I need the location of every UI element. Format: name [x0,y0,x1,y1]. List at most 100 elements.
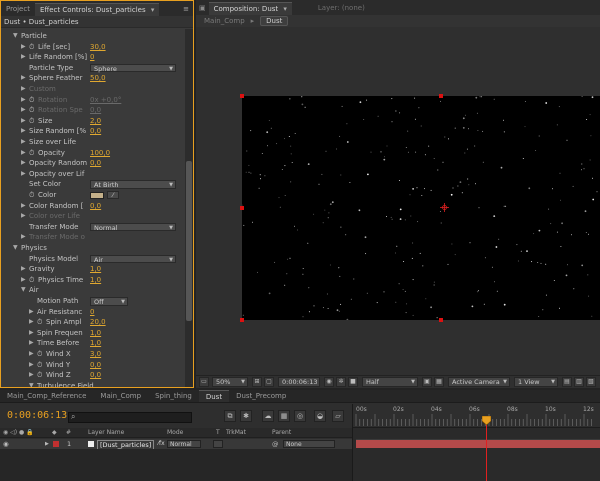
property-row[interactable]: ▼ Turbulence Field [1,381,185,387]
comp-frame[interactable] [241,95,600,321]
tab-effect-controls[interactable]: Effect Controls: Dust_particles ▾ [34,3,160,16]
current-time-display[interactable]: 0:00:06:13 [7,410,67,421]
resolution-dropdown[interactable]: Half ▼ [362,377,418,387]
twirl-closed-icon[interactable]: ▶ [29,338,34,349]
av-switches-icon[interactable]: ◉ ◁) ● 🔒 [3,428,34,438]
property-value[interactable]: 1,0 [90,338,101,349]
property-row[interactable]: Physics Model Air ▼ [1,254,185,265]
table-row[interactable]: ◉ ▶ 1 [Dust_particles] ⁄fx Normal @ None [0,439,352,450]
property-value[interactable]: 0,0 [90,126,101,137]
transform-handle[interactable] [439,94,443,98]
twirl-closed-icon[interactable]: ▶ [21,275,26,286]
property-row[interactable]: ▶ Time Before 1,0 [1,338,185,349]
twirl-closed-icon[interactable]: ▶ [29,328,34,339]
timeline-icon[interactable]: ▧ [586,377,596,387]
pickwhip-icon[interactable]: @ [272,439,279,449]
twirl-closed-icon[interactable]: ▶ [21,158,26,169]
stopwatch-icon[interactable]: ⏱ [37,349,42,360]
twirl-closed-icon[interactable]: ▶ [21,232,26,243]
stopwatch-icon[interactable]: ⏱ [29,95,34,106]
expand-arrow-icon[interactable]: ▶ [45,439,49,449]
tab-dust[interactable]: Dust [198,390,230,402]
property-row[interactable]: ▶ Gravity 1,0 [1,264,185,275]
property-value[interactable]: 0,0 [90,105,101,116]
property-row[interactable]: Transfer Mode Normal ▼ [1,222,185,233]
property-row[interactable]: ▼ Air [1,285,185,296]
property-row[interactable]: ▶ ⏱ Wind Z 0,0 [1,370,185,381]
property-value[interactable]: 30,0 [90,42,106,53]
time-ruler[interactable]: 00s 02s 04s 06s 08s 10s 12s [353,404,600,428]
property-row[interactable]: ⏱ Color ⁄ [1,190,185,201]
twirl-closed-icon[interactable]: ▶ [29,360,34,371]
property-value[interactable]: 2,0 [90,116,101,127]
twirl-closed-icon[interactable]: ▶ [21,105,26,116]
property-row[interactable]: ▶ Size Random [% 0,0 [1,126,185,137]
twirl-closed-icon[interactable]: ▶ [21,137,26,148]
twirl-closed-icon[interactable]: ▶ [21,126,26,137]
property-row[interactable]: ▶ Color over Life [1,211,185,222]
color-swatch[interactable] [90,191,104,199]
property-row[interactable]: ▶ ⏱ Physics Time 1,0 [1,275,185,286]
region-of-interest-icon[interactable]: ▣ [422,377,432,387]
safe-zones-icon[interactable]: ⊞ [252,377,262,387]
chevron-down-icon[interactable]: ▾ [283,5,287,13]
parent-dropdown[interactable]: None [283,440,335,448]
twirl-closed-icon[interactable]: ▶ [29,307,34,318]
property-value[interactable]: 100,0 [90,148,110,159]
property-value[interactable]: 0x +0,0° [90,95,121,106]
twirl-open-icon[interactable]: ▼ [13,31,18,42]
transform-handle[interactable] [439,318,443,322]
property-row[interactable]: ▶ ⏱ Wind X 3,0 [1,349,185,360]
breadcrumb-main-comp[interactable]: Main_Comp [204,17,245,25]
property-value[interactable]: 0,0 [90,370,101,381]
property-row[interactable]: ▼ Particle [1,31,185,42]
twirl-closed-icon[interactable]: ▶ [21,52,26,63]
property-value[interactable]: 1,0 [90,328,101,339]
tab-main-comp-reference[interactable]: Main_Comp_Reference [0,390,93,402]
anchor-point-icon[interactable] [440,203,449,212]
toggle-pixel-icon[interactable]: ▤ [562,377,572,387]
transparency-grid-icon[interactable]: ▦ [434,377,444,387]
zoom-dropdown[interactable]: 50% ▼ [212,377,248,387]
search-input[interactable]: ⌕ [68,412,192,423]
property-value[interactable]: 1,0 [90,264,101,275]
property-dropdown[interactable]: Normal ▼ [90,222,176,232]
transform-handle[interactable] [240,94,244,98]
tab-main-comp[interactable]: Main_Comp [93,390,148,402]
twirl-open-icon[interactable]: ▼ [13,243,18,254]
stopwatch-icon[interactable]: ⏱ [37,317,42,328]
property-value[interactable]: 0,0 [90,201,101,212]
draft-3d-icon[interactable]: ✱ [240,410,252,422]
current-time-field[interactable]: 0:00:06:13 [278,377,320,387]
frame-blending-icon[interactable]: ▦ [278,410,290,422]
transform-handle[interactable] [240,318,244,322]
playhead-line[interactable] [486,416,487,481]
property-row[interactable]: ▶ Transfer Mode o [1,232,185,243]
twirl-closed-icon[interactable]: ▶ [29,349,34,360]
property-row[interactable]: ▶ ⏱ Spin Ampl 20,0 [1,317,185,328]
views-dropdown[interactable]: 1 View ▼ [514,377,558,387]
twirl-closed-icon[interactable]: ▶ [29,370,34,381]
playhead-handle[interactable] [482,416,491,425]
property-row[interactable]: ▶ ⏱ Opacity 100,0 [1,148,185,159]
breadcrumb-dust[interactable]: Dust [260,16,289,26]
eye-icon[interactable]: ◉ [3,439,9,449]
close-icon[interactable]: ▾ [151,6,155,14]
graph-editor-icon[interactable]: ◒ [314,410,326,422]
twirl-closed-icon[interactable]: ▶ [21,84,26,95]
stopwatch-icon[interactable]: ⏱ [29,42,34,53]
property-row[interactable]: ▶ Opacity over Lif [1,169,185,180]
camera-dropdown[interactable]: Active Camera ▼ [448,377,510,387]
property-value[interactable]: 0 [90,307,94,318]
stopwatch-icon[interactable]: ⏱ [29,148,34,159]
property-value[interactable]: 0 [90,52,94,63]
twirl-closed-icon[interactable]: ▶ [21,148,26,159]
brainstorm-icon[interactable]: ▱ [332,410,344,422]
scrollbar[interactable] [185,29,193,387]
stopwatch-icon[interactable]: ⏱ [37,360,42,371]
tab-layer[interactable]: Layer: (none) [292,2,365,15]
property-value[interactable]: 0,0 [90,158,101,169]
property-row[interactable]: ▶ Opacity Random 0,0 [1,158,185,169]
property-value[interactable]: 1,0 [90,275,101,286]
time-graph[interactable]: 00s 02s 04s 06s 08s 10s 12s [352,404,600,481]
